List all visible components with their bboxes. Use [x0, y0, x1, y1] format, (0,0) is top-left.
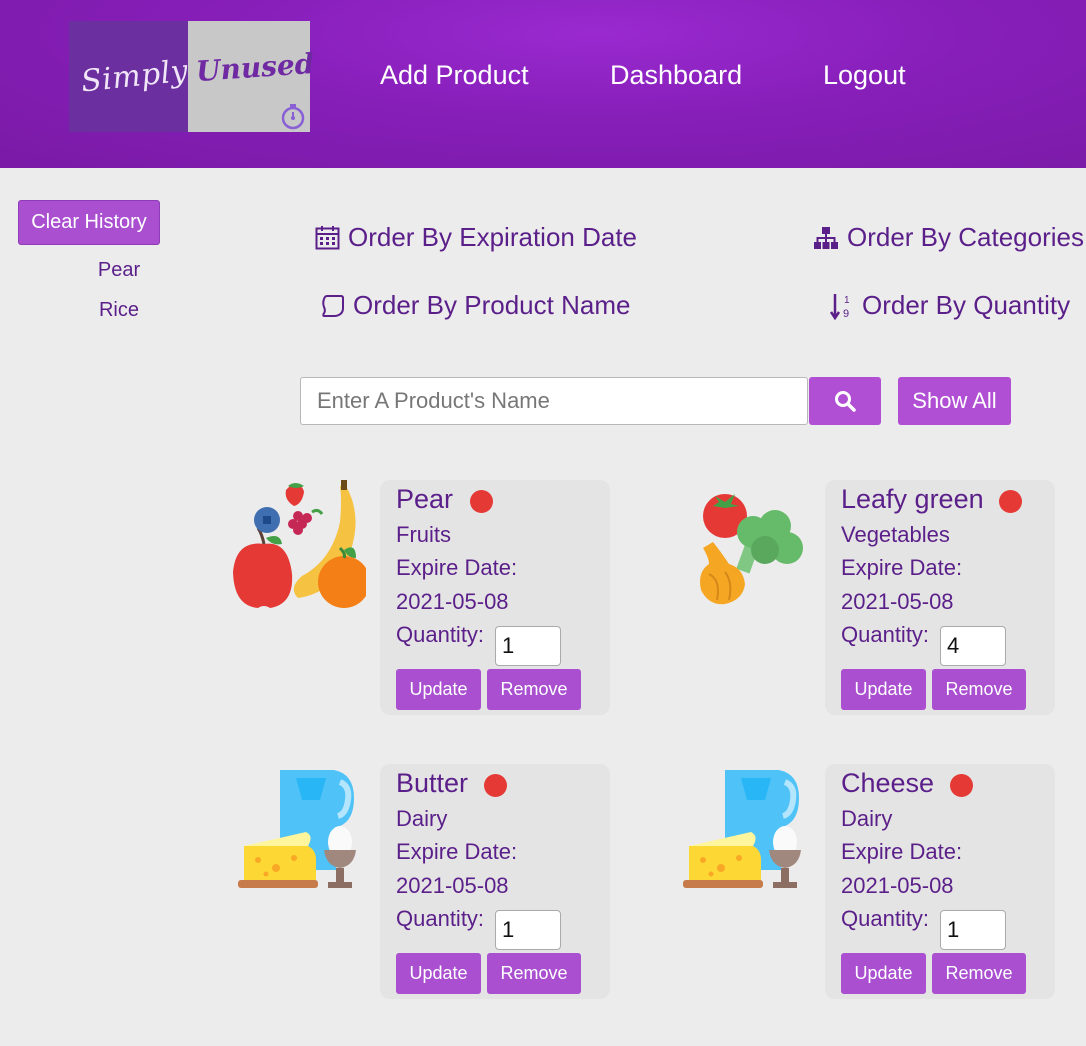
product-card: Leafy green Vegetables Expire Date: 2021… — [825, 480, 1055, 715]
product-category: Dairy — [396, 806, 448, 831]
nav-logout[interactable]: Logout — [823, 60, 906, 91]
expire-date-value: 2021-05-08 — [841, 873, 954, 898]
quantity-input[interactable] — [940, 910, 1006, 950]
clear-history-button[interactable]: Clear History — [18, 200, 160, 245]
order-label: Order By Categories — [847, 222, 1084, 252]
update-button[interactable]: Update — [396, 953, 481, 994]
simply-unused-logo[interactable]: Simply Unused — [69, 21, 315, 132]
product-category: Vegetables — [841, 522, 950, 547]
chat-bubble-icon — [322, 294, 344, 317]
product-name: Cheese — [841, 768, 935, 798]
quantity-label: Quantity: — [841, 906, 930, 931]
product-card: Butter Dairy Expire Date: 2021-05-08 Qua… — [380, 764, 610, 999]
calendar-icon — [315, 226, 340, 250]
logo-left-panel: Simply — [69, 21, 190, 132]
order-label: Order By Expiration Date — [348, 222, 638, 252]
vegetables-icon — [700, 494, 803, 605]
status-dot — [950, 774, 973, 797]
order-by-product-name[interactable]: Order By Product Name — [321, 290, 630, 321]
status-dot — [470, 490, 493, 513]
logo-word-unused: Unused — [194, 46, 316, 89]
order-by-categories[interactable]: Order By Categories — [813, 222, 1084, 253]
product-search-input[interactable] — [300, 377, 808, 425]
stopwatch-icon — [281, 104, 305, 130]
expire-date-label: Expire Date: — [841, 839, 963, 864]
update-button[interactable]: Update — [396, 669, 481, 710]
quantity-label: Quantity: — [396, 622, 485, 647]
nav-dashboard[interactable]: Dashboard — [610, 60, 742, 91]
product-name: Butter — [396, 768, 469, 798]
sort-numeric-down-icon: 1 9 — [830, 293, 850, 320]
search-icon — [835, 391, 856, 412]
quantity-label: Quantity: — [396, 906, 485, 931]
expire-date-label: Expire Date: — [396, 555, 518, 580]
fruits-icon — [233, 480, 366, 608]
product-category: Fruits — [396, 522, 451, 547]
status-dot — [999, 490, 1022, 513]
dairy-icon — [238, 770, 356, 888]
quantity-input[interactable] — [495, 910, 561, 950]
update-button[interactable]: Update — [841, 669, 926, 710]
quantity-label: Quantity: — [841, 622, 930, 647]
product-card: Cheese Dairy Expire Date: 2021-05-08 Qua… — [825, 764, 1055, 999]
expire-date-value: 2021-05-08 — [396, 873, 509, 898]
sitemap-icon — [814, 226, 838, 249]
dairy-icon — [683, 770, 801, 888]
expire-date-value: 2021-05-08 — [396, 589, 509, 614]
svg-text:1: 1 — [844, 295, 850, 306]
nav-add-product[interactable]: Add Product — [380, 60, 529, 91]
status-dot — [484, 774, 507, 797]
product-category: Dairy — [841, 806, 893, 831]
svg-text:9: 9 — [843, 308, 849, 320]
top-header: Simply Unused Add Product Dashboard Logo… — [0, 0, 1086, 168]
history-item[interactable]: Rice — [79, 299, 159, 322]
product-name: Pear — [396, 484, 454, 514]
order-label: Order By Product Name — [353, 290, 631, 320]
logo-right-panel: Unused — [188, 21, 315, 132]
order-by-quantity[interactable]: 1 9 Order By Quantity — [830, 290, 1070, 321]
history-item[interactable]: Pear — [79, 259, 159, 282]
expire-date-value: 2021-05-08 — [841, 589, 954, 614]
product-card: Pear Fruits Expire Date: 2021-05-08 Quan… — [380, 480, 610, 715]
update-button[interactable]: Update — [841, 953, 926, 994]
order-label: Order By Quantity — [862, 290, 1071, 320]
remove-button[interactable]: Remove — [487, 953, 581, 994]
remove-button[interactable]: Remove — [932, 953, 1026, 994]
order-by-expiration-date[interactable]: Order By Expiration Date — [315, 222, 637, 253]
show-all-button[interactable]: Show All — [898, 377, 1011, 425]
expire-date-label: Expire Date: — [396, 839, 518, 864]
search-button[interactable] — [809, 377, 881, 425]
quantity-input[interactable] — [495, 626, 561, 666]
expire-date-label: Expire Date: — [841, 555, 963, 580]
quantity-input[interactable] — [940, 626, 1006, 666]
logo-word-simply: Simply — [79, 53, 190, 100]
product-name: Leafy green — [841, 484, 984, 514]
remove-button[interactable]: Remove — [932, 669, 1026, 710]
remove-button[interactable]: Remove — [487, 669, 581, 710]
